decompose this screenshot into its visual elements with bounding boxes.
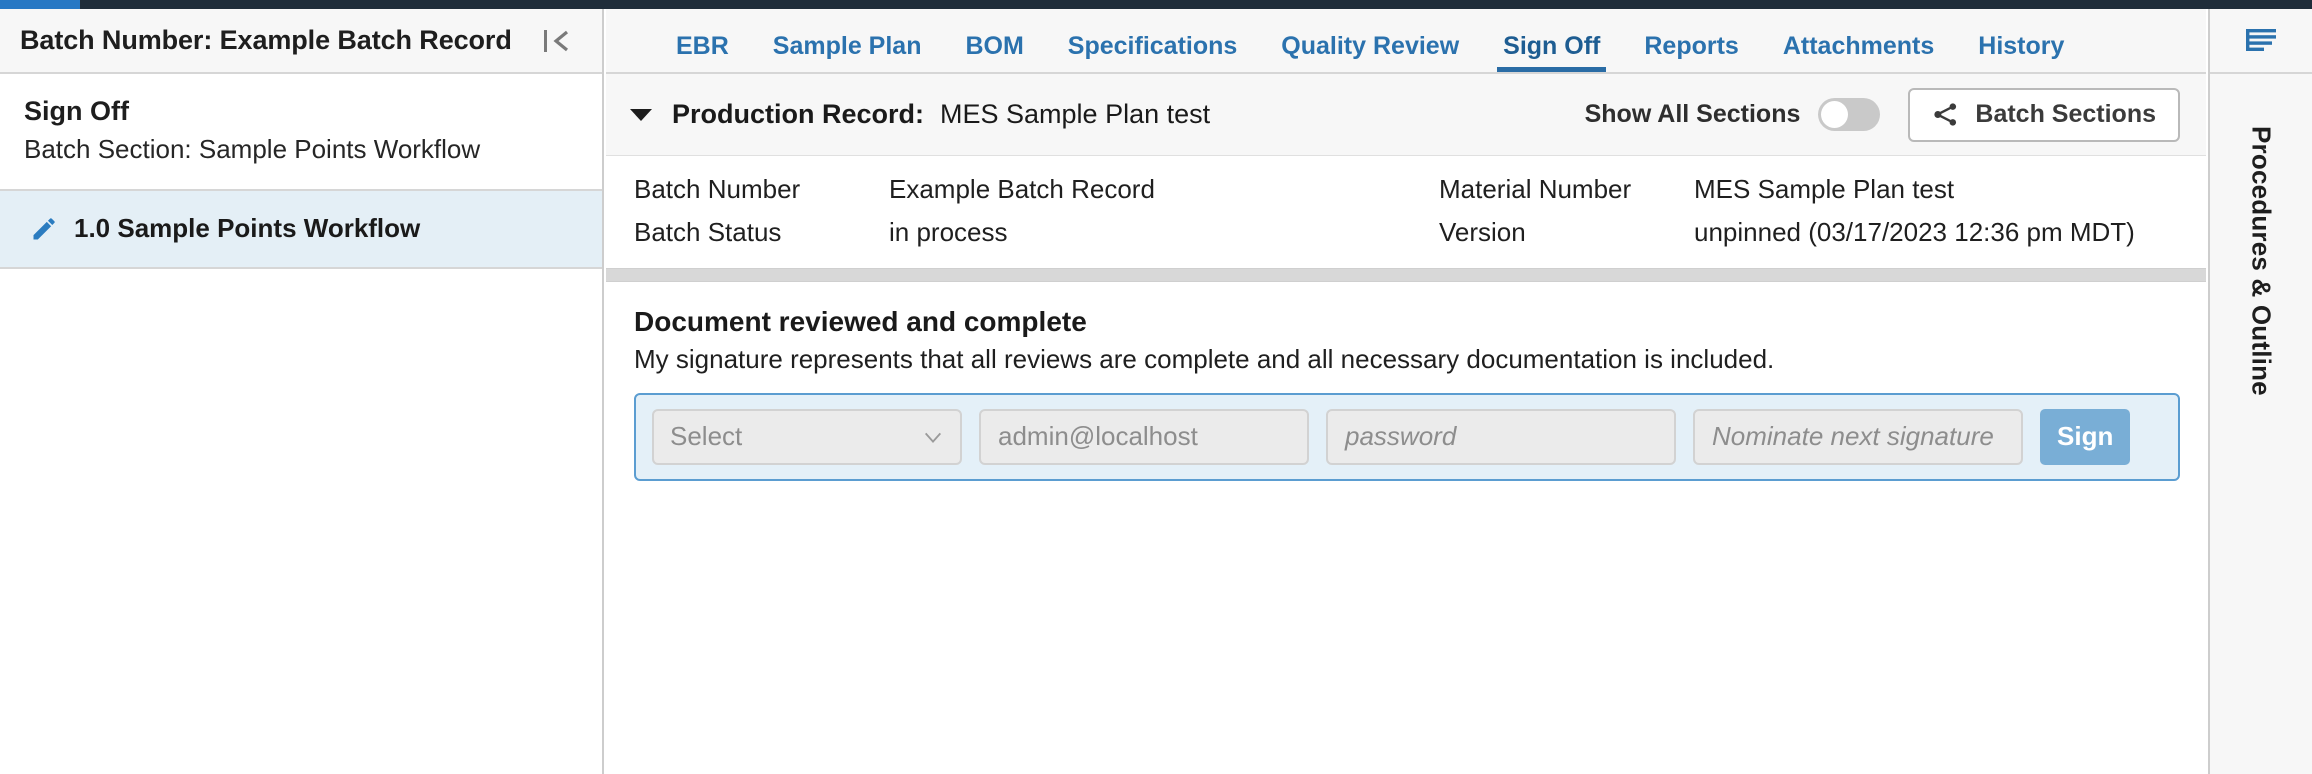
meta-value-batch-status: in process	[889, 217, 1008, 247]
chevron-down-icon	[924, 432, 942, 443]
signature-form: Select admin@localhost password Nominate…	[634, 392, 2180, 481]
production-record-bar: Production Record: MES Sample Plan test …	[606, 74, 2206, 156]
show-all-sections-label: Show All Sections	[1584, 100, 1801, 128]
section-divider	[606, 268, 2206, 282]
procedures-menu-button[interactable]	[2210, 9, 2312, 74]
signoff-section: Document reviewed and complete My signat…	[606, 282, 2206, 481]
main-content: EBR Sample Plan BOM Specifications Quali…	[606, 9, 2206, 774]
signature-role-select[interactable]: Select	[652, 408, 962, 465]
sidebar-item-sample-points-workflow[interactable]: 1.0 Sample Points Workflow	[0, 190, 602, 269]
username-placeholder: admin@localhost	[998, 421, 1198, 452]
sidebar-section-title: Sign Off	[24, 96, 129, 126]
collapse-left-icon[interactable]	[538, 24, 580, 58]
production-record-value: MES Sample Plan test	[940, 99, 1211, 129]
sidebar-item-label: 1.0 Sample Points Workflow	[74, 213, 421, 244]
meta-value-material-number: MES Sample Plan test	[1694, 174, 1955, 204]
sidebar-section-subtitle: Batch Section: Sample Points Workflow	[24, 133, 481, 164]
batch-sections-label: Batch Sections	[1975, 100, 2156, 128]
meta-key-version: Version	[1439, 217, 1526, 247]
meta-value-batch-number: Example Batch Record	[889, 174, 1155, 204]
chevron-left-icon	[553, 30, 569, 51]
sign-button[interactable]: Sign	[2040, 408, 2131, 465]
tab-ebr[interactable]: EBR	[654, 34, 751, 72]
signature-username-field[interactable]: admin@localhost	[979, 408, 1309, 465]
meta-value-version: unpinned (03/17/2023 12:36 pm MDT)	[1694, 217, 2135, 247]
procedures-outline-label: Procedures & Outline	[2246, 126, 2277, 396]
collapse-bar	[544, 29, 547, 52]
signature-role-placeholder: Select	[670, 421, 743, 452]
batch-sections-button[interactable]: Batch Sections	[1908, 87, 2180, 142]
meta-key-batch-status: Batch Status	[634, 217, 782, 247]
left-sidebar: Batch Number: Example Batch Record Sign …	[0, 9, 604, 774]
password-placeholder: password	[1345, 421, 1457, 452]
list-menu-icon	[2246, 28, 2276, 51]
tab-sample-plan[interactable]: Sample Plan	[751, 34, 944, 72]
tab-reports[interactable]: Reports	[1622, 34, 1760, 72]
tab-attachments[interactable]: Attachments	[1761, 34, 1956, 72]
tab-quality-review[interactable]: Quality Review	[1259, 34, 1481, 72]
meta-key-batch-number: Batch Number	[634, 174, 801, 204]
tab-sign-off[interactable]: Sign Off	[1481, 34, 1622, 72]
right-rail: Procedures & Outline	[2208, 9, 2312, 774]
pencil-icon	[33, 217, 55, 240]
batch-metadata: Batch Number Example Batch Record Materi…	[606, 156, 2206, 268]
nominate-placeholder: Nominate next signature	[1712, 421, 1994, 452]
meta-key-material-number: Material Number	[1439, 174, 1632, 204]
top-progress-fill	[0, 0, 80, 9]
top-progress-strip	[0, 0, 2312, 9]
production-record-label: Production Record:	[672, 99, 925, 129]
show-all-sections-toggle[interactable]	[1818, 98, 1881, 131]
tab-bar: EBR Sample Plan BOM Specifications Quali…	[606, 9, 2206, 74]
toggle-knob	[1821, 101, 1849, 128]
nominate-next-signature-field[interactable]: Nominate next signature	[1693, 408, 2023, 465]
caret-down-icon[interactable]	[630, 108, 652, 121]
batch-number-title: Batch Number: Example Batch Record	[20, 25, 512, 55]
signature-password-field[interactable]: password	[1326, 408, 1676, 465]
signoff-title: Document reviewed and complete	[634, 306, 1087, 337]
tab-bom[interactable]: BOM	[943, 34, 1045, 72]
tab-specifications[interactable]: Specifications	[1046, 34, 1260, 72]
tab-history[interactable]: History	[1956, 34, 2086, 72]
sidebar-header: Batch Number: Example Batch Record	[0, 9, 602, 74]
share-icon	[1934, 103, 1957, 126]
signoff-description: My signature represents that all reviews…	[634, 344, 1775, 374]
rail-label-wrap: Procedures & Outline	[2210, 74, 2312, 396]
sidebar-section-info: Sign Off Batch Section: Sample Points Wo…	[0, 74, 602, 191]
